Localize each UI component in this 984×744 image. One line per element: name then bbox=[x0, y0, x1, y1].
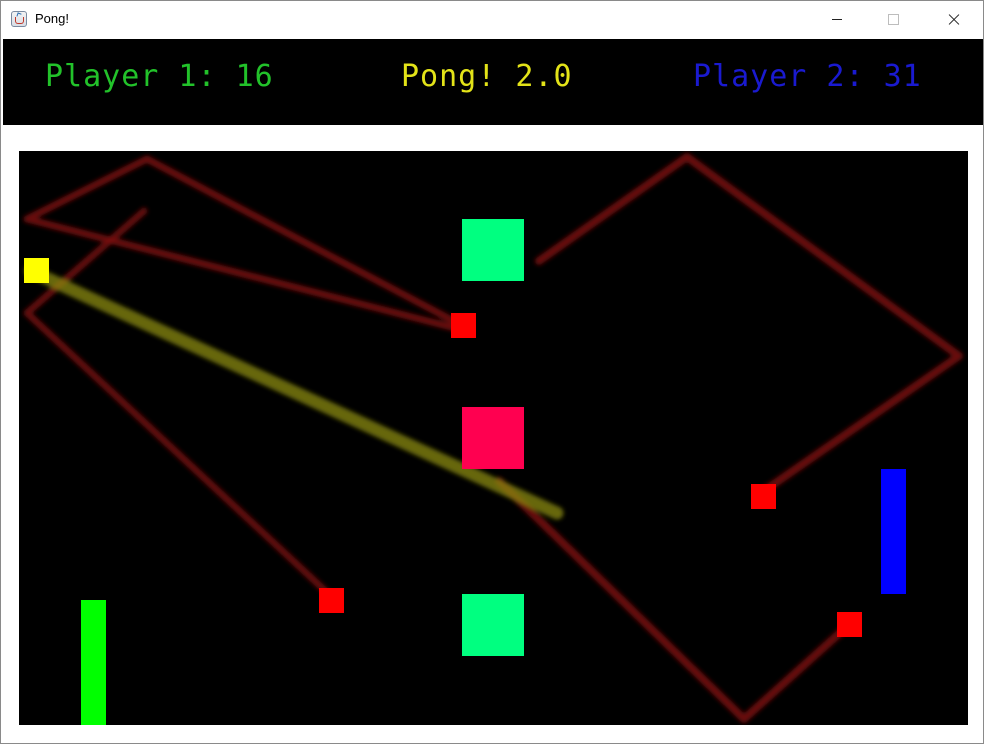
game-arena bbox=[19, 151, 968, 725]
red-bouncer bbox=[451, 313, 476, 338]
maximize-icon[interactable] bbox=[871, 1, 917, 38]
red-bouncer bbox=[751, 484, 776, 509]
player1-score: Player 1: 16 bbox=[45, 59, 274, 94]
scoreboard: Player 1: 16 Pong! 2.0 Player 2: 31 bbox=[3, 39, 983, 125]
red-trail-3 bbox=[535, 153, 963, 497]
title-bar[interactable]: Pong! bbox=[1, 1, 983, 38]
red-bouncer bbox=[837, 612, 862, 637]
ball bbox=[24, 258, 49, 283]
close-icon[interactable] bbox=[931, 1, 977, 38]
red-trail-2 bbox=[23, 207, 337, 602]
player1-paddle[interactable] bbox=[81, 600, 106, 725]
obstacle-block-center bbox=[462, 407, 524, 469]
player2-score: Player 2: 31 bbox=[693, 59, 922, 94]
window-title: Pong! bbox=[35, 11, 69, 26]
player2-paddle[interactable] bbox=[881, 469, 906, 594]
obstacle-block-top bbox=[462, 219, 524, 281]
java-cup-icon bbox=[11, 11, 27, 27]
game-window: Pong! Player 1: 16 Pong! 2.0 Player 2: 3… bbox=[0, 0, 984, 744]
red-bouncer bbox=[319, 588, 344, 613]
obstacle-block-bottom bbox=[462, 594, 524, 656]
game-title: Pong! 2.0 bbox=[401, 59, 573, 94]
minimize-icon[interactable] bbox=[815, 1, 861, 38]
